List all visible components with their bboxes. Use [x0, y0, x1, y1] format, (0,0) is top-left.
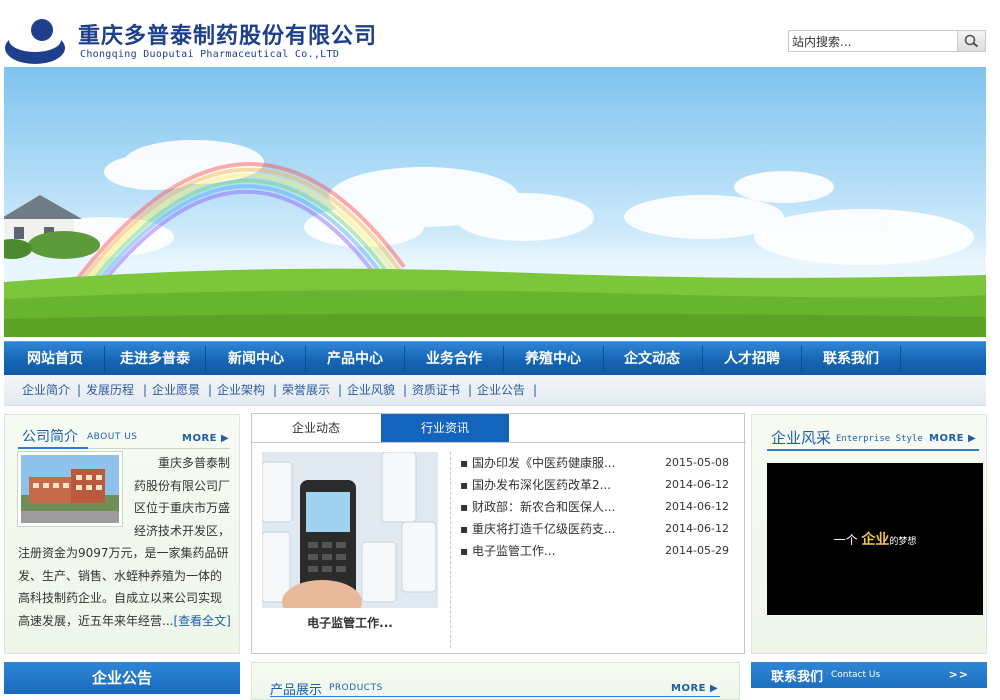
notice-panel-header: 企业公告 [4, 662, 240, 700]
news-photo[interactable] [262, 452, 438, 608]
subnav-notices[interactable]: 企业公告 [477, 375, 525, 406]
search-icon [964, 34, 979, 48]
arrow-right-icon: ▶ [220, 433, 230, 444]
products-subtitle: PRODUCTS [329, 683, 383, 693]
list-item[interactable]: ▪ 电子监管工作... 2014-05-29 [460, 540, 735, 562]
subnav-vision[interactable]: 企业愿景 [152, 375, 200, 406]
tab-industry-news[interactable]: 行业资讯 [381, 414, 509, 442]
subnav-certificates[interactable]: 资质证书 [412, 375, 460, 406]
contact-title: 联系我们 [771, 670, 824, 685]
contact-more-arrow[interactable]: >> [949, 668, 969, 681]
company-name-cn: 重庆多普泰制药股份有限公司 [78, 24, 378, 49]
style-title: 企业风采 [771, 429, 832, 447]
about-title: 公司简介 [22, 429, 78, 445]
nav-contact[interactable]: 联系我们 [803, 342, 899, 376]
nav-business[interactable]: 业务合作 [406, 342, 502, 376]
about-subtitle: ABOUT US [87, 432, 138, 442]
contact-panel-header: 联系我们 Contact Us >> [751, 662, 987, 700]
about-text: 重庆多普泰制 药股份有限公司厂 区位于重庆市万盛 经济技术开发区， 注册资金为9… [18, 456, 231, 628]
list-item[interactable]: ▪ 财政部：新农合和医保人... 2014-06-12 [460, 496, 735, 518]
hero-banner [4, 67, 986, 337]
arrow-right-icon: ▶ [709, 683, 719, 694]
search-box [788, 30, 986, 52]
enterprise-video[interactable]: 一个 企业的梦想 [767, 463, 983, 615]
company-name-en: Chongqing Duoputai Pharmaceutical Co.,LT… [80, 49, 340, 60]
about-read-more-link[interactable]: [查看全文] [173, 614, 230, 628]
subnav-honors[interactable]: 荣誉展示 [282, 375, 330, 406]
nav-news[interactable]: 新闻中心 [208, 342, 304, 376]
about-more-link[interactable]: MORE ▶ [182, 433, 229, 444]
site-header: 重庆多普泰制药股份有限公司 Chongqing Duoputai Pharmac… [0, 0, 1000, 66]
products-panel-header: 产品展示 PRODUCTS MORE ▶ [251, 662, 740, 700]
main-nav: 网站首页 走进多普泰 新闻中心 产品中心 业务合作 养殖中心 企文动态 人才招聘… [4, 341, 986, 375]
tab-company-news[interactable]: 企业动态 [252, 414, 380, 442]
nav-home[interactable]: 网站首页 [14, 342, 96, 376]
arrow-right-icon: ▶ [967, 433, 977, 444]
notice-title: 企业公告 [91, 669, 152, 687]
subnav-structure[interactable]: 企业架构 [217, 375, 265, 406]
company-logo-icon[interactable] [4, 18, 66, 64]
subnav-style[interactable]: 企业风貌 [347, 375, 395, 406]
products-more-link[interactable]: MORE ▶ [671, 683, 718, 694]
style-more-link[interactable]: MORE ▶ [929, 433, 976, 444]
nav-jobs[interactable]: 人才招聘 [704, 342, 800, 376]
contact-subtitle: Contact Us [831, 670, 881, 680]
sub-nav: 企业简介 | 发展历程 | 企业愿景 | 企业架构 | 荣誉展示 | 企业风貌 … [4, 375, 986, 406]
list-item[interactable]: ▪ 国办发布深化医药改革2... 2014-06-12 [460, 474, 735, 496]
news-photo-caption[interactable]: 电子监管工作... [262, 614, 438, 631]
nav-culture[interactable]: 企文动态 [604, 342, 700, 376]
nav-breeding[interactable]: 养殖中心 [505, 342, 601, 376]
search-button[interactable] [957, 31, 985, 51]
list-item[interactable]: ▪ 国办印发《中医药健康服... 2015-05-08 [460, 452, 735, 474]
subnav-history[interactable]: 发展历程 [86, 375, 134, 406]
banner-landscape-image [4, 140, 986, 337]
list-item[interactable]: ▪ 重庆将打造千亿级医药支... 2014-06-12 [460, 518, 735, 540]
nav-about[interactable]: 走进多普泰 [107, 342, 203, 376]
subnav-intro[interactable]: 企业简介 [22, 375, 70, 406]
nav-products[interactable]: 产品中心 [307, 342, 403, 376]
search-input[interactable] [789, 31, 957, 51]
style-subtitle: Enterprise Style [836, 434, 923, 444]
